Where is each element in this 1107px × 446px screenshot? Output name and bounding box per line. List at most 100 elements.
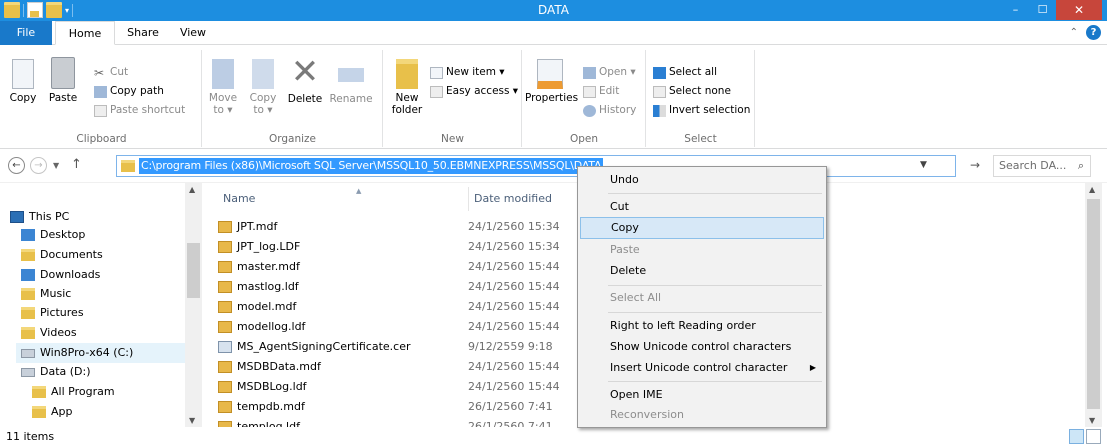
edit-button[interactable]: Edit [583,83,619,100]
menu-item-undo[interactable]: Undo [580,169,824,191]
tab-view[interactable]: View [170,21,216,45]
invert-selection-button[interactable]: Invert selection [653,102,750,119]
menu-item-reconversion[interactable]: Reconversion [580,404,824,426]
forward-button[interactable]: → [30,157,47,174]
details-view-button[interactable] [1069,429,1084,444]
nav-item-documents[interactable]: Documents [21,245,103,265]
back-button[interactable]: ← [8,157,25,174]
menu-item-cut[interactable]: Cut [580,196,824,218]
nav-item-videos[interactable]: Videos [21,323,77,343]
maximize-button[interactable]: ☐ [1029,0,1056,20]
nav-item-c-drive[interactable]: Win8Pro-x64 (C:) [16,343,186,363]
file-row[interactable]: JPT_log.LDF 24/1/2560 15:34 [218,237,598,257]
recent-locations-icon[interactable]: ▼ [53,161,59,170]
file-row[interactable]: JPT.mdf 24/1/2560 15:34 [218,217,598,237]
move-to-icon [212,59,234,89]
copy-path-button[interactable]: Copy path [94,83,164,100]
folder-icon [32,406,46,418]
menu-item-insert-unicode[interactable]: Insert Unicode control character ▶ [580,357,824,379]
file-row[interactable]: MS_AgentSigningCertificate.cer 9/12/2559 … [218,337,598,357]
file-row[interactable]: MSDBData.mdf 24/1/2560 15:44 [218,357,598,377]
nav-item-app[interactable]: App [32,402,73,422]
videos-folder-icon [21,327,35,339]
copy-button[interactable]: Copy [6,54,40,104]
cut-button[interactable]: ✂ Cut [94,64,128,81]
nav-scrollbar[interactable]: ▲ ▼ [185,183,202,427]
column-header-name[interactable]: Name ▲ [223,187,473,211]
address-input[interactable]: C:\program Files (x86)\Microsoft SQL Ser… [116,155,956,177]
up-button[interactable]: ↑ [71,157,82,172]
collapse-ribbon-icon[interactable]: ⌃ [1070,27,1078,38]
select-all-button[interactable]: Select all [653,64,717,81]
move-to-button[interactable]: Move to ▾ [207,54,239,116]
nav-item-music[interactable]: Music [21,284,71,304]
file-row[interactable]: model.mdf 24/1/2560 15:44 [218,297,598,317]
new-item-button[interactable]: New item ▾ [430,64,505,81]
help-icon[interactable]: ? [1086,25,1101,40]
copy-path-icon [94,85,107,98]
file-row[interactable]: templog.ldf 26/1/2560 7:41 [218,417,598,427]
nav-item-desktop[interactable]: Desktop [21,225,85,245]
large-icons-view-button[interactable] [1086,429,1101,444]
copy-to-button[interactable]: Copy to ▾ [247,54,279,116]
select-all-icon [653,66,666,79]
music-folder-icon [21,288,35,300]
open-icon [583,66,596,79]
nav-item-all-program[interactable]: All Program [32,382,115,402]
file-row[interactable]: MSDBLog.ldf 24/1/2560 15:44 [218,377,598,397]
new-folder-button[interactable]: New folder [390,54,424,116]
nav-scroll-thumb[interactable] [187,243,200,298]
nav-item-downloads[interactable]: Downloads [21,265,100,285]
new-label: New [441,133,464,145]
file-row[interactable]: mastlog.ldf 24/1/2560 15:44 [218,277,598,297]
scroll-down-icon[interactable]: ▼ [189,416,195,425]
menu-item-open-ime[interactable]: Open IME [580,384,824,406]
properties-button[interactable]: Properties [525,54,578,104]
delete-button[interactable]: ✕ Delete [285,54,325,105]
paste-button[interactable]: Paste [44,54,82,104]
address-path[interactable]: C:\program Files (x86)\Microsoft SQL Ser… [139,158,604,174]
easy-access-button[interactable]: Easy access ▾ [430,83,518,100]
rename-icon [338,68,364,82]
new-item-icon [430,66,443,79]
nav-item-d-drive[interactable]: Data (D:) [21,362,91,382]
history-icon [583,104,596,117]
tab-file[interactable]: File [0,21,52,45]
menu-separator [608,312,822,313]
select-none-button[interactable]: Select none [653,83,731,100]
file-row[interactable]: tempdb.mdf 26/1/2560 7:41 [218,397,598,417]
close-button[interactable]: ✕ [1056,0,1102,20]
menu-item-select-all[interactable]: Select All [580,287,824,309]
menu-separator [608,285,822,286]
invert-selection-icon [653,104,666,117]
paste-shortcut-button[interactable]: Paste shortcut [94,102,185,119]
database-file-icon [218,361,232,373]
organize-group: Move to ▾ Copy to ▾ ✕ Delete Rename Orga… [203,50,383,147]
menu-item-show-unicode[interactable]: Show Unicode control characters [580,336,824,358]
scroll-down-icon[interactable]: ▼ [1089,416,1095,425]
minimize-button[interactable]: – [1002,0,1029,20]
go-arrow-icon[interactable]: → [970,158,980,172]
scroll-up-icon[interactable]: ▲ [1089,185,1095,194]
rename-button[interactable]: Rename [329,54,373,105]
history-button[interactable]: History [583,102,636,119]
menu-item-copy[interactable]: Copy [580,217,824,239]
tab-home[interactable]: Home [55,21,115,45]
file-row[interactable]: master.mdf 24/1/2560 15:44 [218,257,598,277]
address-dropdown-icon[interactable]: ▼ [920,160,927,170]
menu-item-delete[interactable]: Delete [580,260,824,282]
desktop-folder-icon [21,229,35,241]
file-row[interactable]: modellog.ldf 24/1/2560 15:44 [218,317,598,337]
documents-folder-icon [21,249,35,261]
tab-share[interactable]: Share [118,21,168,45]
menu-item-rtl[interactable]: Right to left Reading order [580,315,824,337]
search-input[interactable]: Search DA... ⌕ [993,155,1091,177]
nav-item-pictures[interactable]: Pictures [21,303,84,323]
file-list-scroll-thumb[interactable] [1087,199,1100,409]
nav-item-this-pc[interactable]: This PC [10,207,69,227]
pictures-folder-icon [21,307,35,319]
file-list-scrollbar[interactable]: ▲ ▼ [1085,183,1102,427]
scroll-up-icon[interactable]: ▲ [189,185,195,194]
open-button[interactable]: Open ▾ [583,64,636,81]
menu-item-paste[interactable]: Paste [580,239,824,261]
